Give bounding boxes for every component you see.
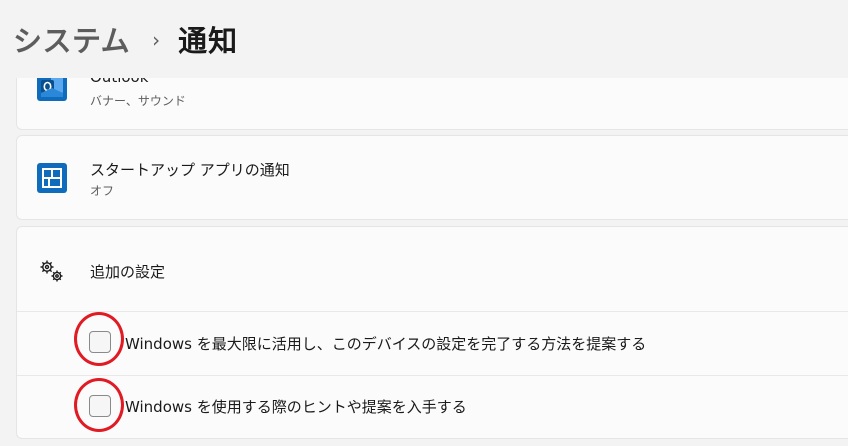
app-card-startup[interactable]: スタートアップ アプリの通知 オフ xyxy=(16,135,848,220)
app-status: オフ xyxy=(90,184,115,198)
page-title: 通知 xyxy=(178,24,239,58)
tips-label: Windows を使用する際のヒントや提案を入手する xyxy=(125,398,467,416)
annotation-circle xyxy=(74,378,124,432)
additional-settings-card: 追加の設定 Windows を最大限に活用し、このデバイスの設定を完了する方法を… xyxy=(16,226,848,439)
page-header: システム › 通知 xyxy=(0,0,848,78)
breadcrumb: システム › 通知 xyxy=(13,18,238,60)
option-row[interactable]: Windows を使用する際のヒントや提案を入手する xyxy=(17,376,848,438)
breadcrumb-parent[interactable]: システム xyxy=(13,18,130,60)
additional-settings-title: 追加の設定 xyxy=(90,263,166,281)
app-status: バナー、サウンド xyxy=(90,94,186,108)
additional-settings-header[interactable]: 追加の設定 xyxy=(17,227,848,311)
startup-apps-icon xyxy=(37,163,67,193)
gears-icon xyxy=(38,258,66,284)
annotation-circle xyxy=(74,312,124,366)
chevron-right-icon: › xyxy=(152,28,161,52)
option-row[interactable]: Windows を最大限に活用し、このデバイスの設定を完了する方法を提案する xyxy=(17,312,848,374)
app-name: スタートアップ アプリの通知 xyxy=(90,161,290,179)
suggest-setup-label: Windows を最大限に活用し、このデバイスの設定を完了する方法を提案する xyxy=(125,335,647,353)
